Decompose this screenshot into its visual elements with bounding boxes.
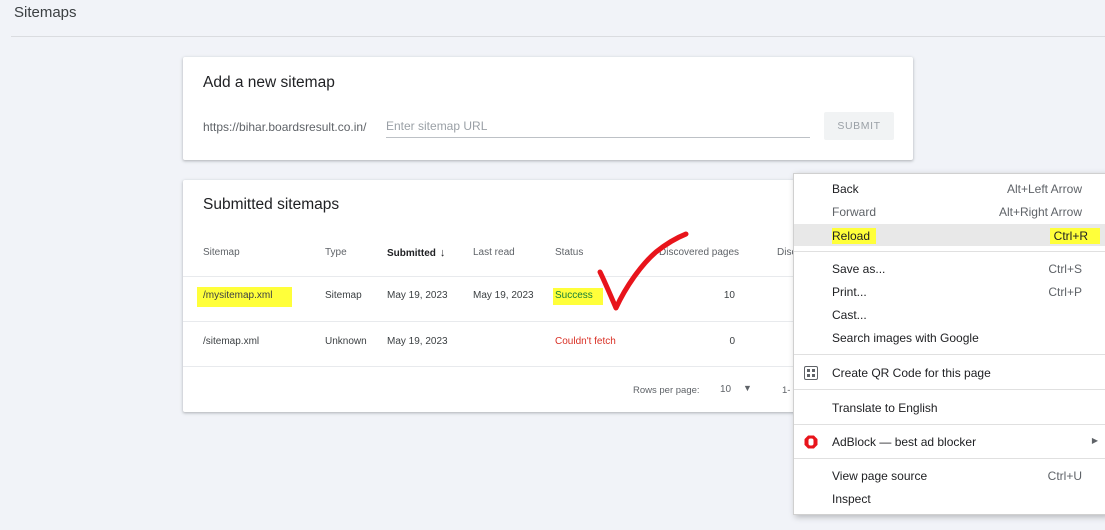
menu-separator xyxy=(794,251,1105,252)
qr-code-icon xyxy=(804,366,818,380)
table-row-2-type: Unknown xyxy=(325,336,367,347)
table-row-2-sitemap[interactable]: /sitemap.xml xyxy=(203,336,259,347)
pagination-range: 1- xyxy=(782,385,791,396)
sitemap-name-highlighted: /mysitemap.xml xyxy=(197,287,293,307)
table-row-2-discovered: 0 xyxy=(729,336,735,347)
rows-per-page-label: Rows per page: xyxy=(633,385,700,396)
dropdown-caret-icon[interactable]: ▼ xyxy=(743,383,752,393)
sitemap-url-prefix: https://bihar.boardsresult.co.in/ xyxy=(203,120,367,134)
column-header-last-read[interactable]: Last read xyxy=(473,247,515,258)
menu-item-forward[interactable]: Forward Alt+Right Arrow xyxy=(794,201,1105,223)
column-header-sitemap[interactable]: Sitemap xyxy=(203,247,240,258)
menu-item-reload[interactable]: Reload Ctrl+R xyxy=(794,224,1105,246)
menu-item-cast[interactable]: Cast... xyxy=(794,304,1105,326)
menu-item-save-as[interactable]: Save as... Ctrl+S xyxy=(794,258,1105,280)
menu-item-inspect[interactable]: Inspect xyxy=(794,488,1105,510)
menu-separator xyxy=(794,354,1105,355)
menu-item-translate[interactable]: Translate to English xyxy=(794,397,1105,419)
menu-item-back[interactable]: Back Alt+Left Arrow xyxy=(794,178,1105,200)
table-row-2-submitted: May 19, 2023 xyxy=(387,336,448,347)
menu-item-print[interactable]: Print... Ctrl+P xyxy=(794,281,1105,303)
submitted-sitemaps-title: Submitted sitemaps xyxy=(203,196,340,213)
submenu-arrow-icon: ▶ xyxy=(1091,436,1098,445)
add-sitemap-card: Add a new sitemap https://bihar.boardsre… xyxy=(183,57,913,160)
menu-item-adblock[interactable]: AdBlock — best ad blocker ▶ xyxy=(794,431,1105,453)
menu-separator xyxy=(794,389,1105,390)
table-row-1-sitemap[interactable]: /mysitemap.xml xyxy=(197,287,293,307)
page-title: Sitemaps xyxy=(14,4,77,21)
table-row-1-last-read: May 19, 2023 xyxy=(473,290,534,301)
menu-item-create-qr-code[interactable]: Create QR Code for this page xyxy=(794,362,1105,384)
menu-item-view-source[interactable]: View page source Ctrl+U xyxy=(794,465,1105,487)
page-divider xyxy=(11,36,1105,37)
sort-down-arrow-icon: ↓ xyxy=(439,247,446,259)
table-row-1-discovered: 10 xyxy=(723,290,735,301)
table-row-1-type: Sitemap xyxy=(325,290,362,301)
sitemap-url-input[interactable] xyxy=(386,115,810,138)
table-row-1-submitted: May 19, 2023 xyxy=(387,290,448,301)
submit-button[interactable]: SUBMIT xyxy=(824,112,894,140)
column-header-submitted[interactable]: Submitted ↓ xyxy=(387,247,445,259)
table-row-2-status: Couldn't fetch xyxy=(555,336,616,347)
menu-item-search-images[interactable]: Search images with Google xyxy=(794,327,1105,349)
column-header-type[interactable]: Type xyxy=(325,247,347,258)
column-header-status[interactable]: Status xyxy=(555,247,583,258)
browser-context-menu: Back Alt+Left Arrow Forward Alt+Right Ar… xyxy=(793,173,1105,515)
column-header-submitted-label: Submitted xyxy=(387,248,436,259)
adblock-hand-icon xyxy=(804,435,818,449)
menu-separator xyxy=(794,424,1105,425)
add-sitemap-title: Add a new sitemap xyxy=(203,74,335,91)
rows-per-page-select[interactable]: 10 xyxy=(720,384,731,395)
menu-separator xyxy=(794,458,1105,459)
red-checkmark-annotation-icon xyxy=(597,231,689,311)
